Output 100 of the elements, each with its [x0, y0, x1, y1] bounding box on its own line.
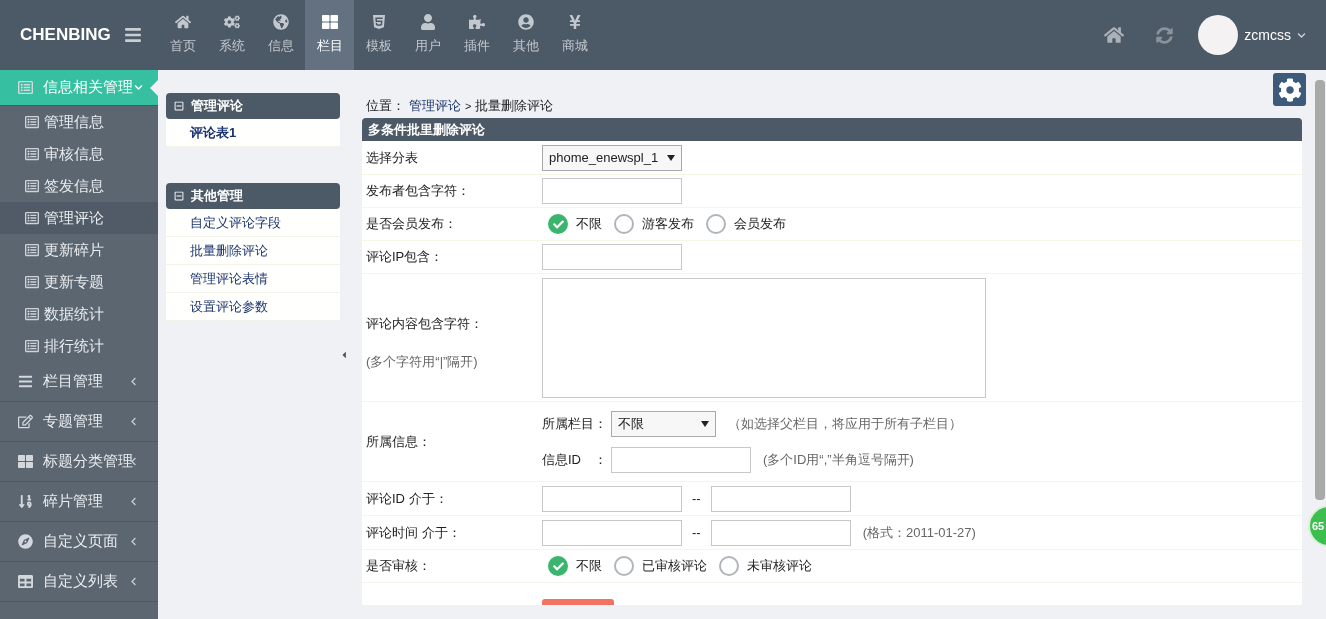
field-label: 评论ID 介于： [366, 490, 448, 506]
chevron-left-icon [129, 577, 138, 586]
nav-tab[interactable]: 信息 [256, 0, 305, 70]
home-icon [174, 14, 191, 31]
sidebar-item[interactable]: 审核信息 [0, 138, 158, 170]
range-separator: -- [692, 523, 701, 542]
sidebar-item[interactable]: 管理评论 [0, 202, 158, 234]
field-label: 是否会员发布： [366, 216, 457, 232]
input-field[interactable] [542, 244, 682, 270]
dropdown-caret-icon [701, 420, 709, 427]
field-label: 所属栏目： [542, 414, 607, 433]
radio-label: 已审核评论 [642, 557, 707, 576]
nav-tab[interactable]: 其他 [501, 0, 550, 70]
radio-checked[interactable] [548, 556, 568, 576]
list-icon [25, 275, 39, 289]
sidebar-group[interactable]: 标题分类管理 [0, 442, 158, 482]
submit-button[interactable] [542, 599, 614, 605]
list-icon [18, 80, 33, 95]
settings-icon [1277, 77, 1302, 102]
user-name[interactable]: zcmcss [1244, 24, 1291, 46]
nav-tab[interactable]: 栏目 [305, 0, 354, 70]
puzzle-icon [468, 14, 485, 31]
table-icon [18, 574, 33, 589]
sidebar-item[interactable]: 签发信息 [0, 170, 158, 202]
nav-tab[interactable]: 用户 [403, 0, 452, 70]
avatar[interactable] [1198, 15, 1239, 55]
nav-tab[interactable]: 模板 [354, 0, 403, 70]
check-icon [552, 560, 564, 572]
field-label: 所属信息： [366, 433, 431, 449]
home-icon[interactable] [1104, 25, 1125, 45]
sidebar-item[interactable]: 管理信息 [0, 106, 158, 138]
form-title: 多条件批里删除评论 [368, 120, 485, 139]
sidebar-item[interactable]: 更新碎片 [0, 234, 158, 266]
select-field[interactable]: 不限 [611, 410, 716, 437]
sidebar-group[interactable]: 专题管理 [0, 402, 158, 442]
sidebar-group[interactable]: 自定义页面 [0, 522, 158, 562]
gears-icon [223, 14, 240, 31]
compass-icon [18, 534, 33, 549]
panel-title: 管理评论 [191, 97, 243, 116]
radio-checked[interactable] [548, 214, 568, 234]
radio-unchecked[interactable] [614, 214, 634, 234]
breadcrumb-separator: > [465, 98, 472, 114]
hint-text: (多个字符用“|”隔开) [366, 352, 479, 371]
input-field[interactable] [542, 519, 682, 546]
nav-tab[interactable]: 插件 [452, 0, 501, 70]
field-label: 信息ID ： [542, 450, 607, 469]
textarea-field[interactable] [542, 277, 986, 398]
chevron-left-icon [129, 497, 138, 506]
field-label: 发布者包含字符： [366, 183, 470, 199]
collapse-icon[interactable] [174, 101, 184, 111]
field-label: 是否审核： [366, 558, 431, 574]
settings-button[interactable] [1273, 73, 1306, 106]
dropdown-caret-icon [667, 154, 675, 161]
input-field[interactable] [710, 519, 851, 546]
radio-unchecked[interactable] [706, 214, 726, 234]
radio-label: 会员发布 [734, 215, 786, 234]
refresh-icon[interactable] [1156, 26, 1174, 44]
breadcrumb-label: 位置： [366, 97, 405, 116]
hint-text: (格式：2011-01-27) [862, 523, 976, 542]
sidebar-item[interactable]: 排行统计 [0, 330, 158, 362]
grid-icon [18, 454, 33, 469]
sidebar-group[interactable]: 碎片管理 [0, 482, 158, 522]
edit-icon [18, 414, 33, 429]
input-field[interactable] [542, 485, 682, 512]
nav-tab[interactable]: 系统 [207, 0, 256, 70]
breadcrumb-link[interactable]: 管理评论 [409, 96, 461, 116]
field-label: 评论时间 介于： [366, 524, 461, 540]
list-icon [25, 339, 39, 353]
sidebar-item[interactable]: 更新专题 [0, 266, 158, 298]
sidebar-group[interactable]: 自定义列表 [0, 562, 158, 602]
nav-tab[interactable]: 首页 [158, 0, 207, 70]
radio-label: 不限 [576, 215, 602, 234]
range-separator: -- [692, 489, 701, 508]
sidebar-group[interactable]: 栏目管理 [0, 362, 158, 402]
radio-label: 不限 [576, 557, 602, 576]
sidebar-item[interactable]: 数据统计 [0, 298, 158, 330]
list-icon [25, 115, 39, 129]
panel-link[interactable]: 管理评论表情 [166, 265, 340, 293]
hint-text: （如选择父栏目，将应用于所有子栏目） [728, 414, 962, 433]
input-field[interactable] [542, 178, 682, 204]
radio-unchecked[interactable] [614, 556, 634, 576]
radio-unchecked[interactable] [719, 556, 739, 576]
panel-link[interactable]: 评论表1 [166, 119, 340, 147]
list-icon [25, 147, 39, 161]
panel-link[interactable]: 自定义评论字段 [166, 209, 340, 237]
chevron-down-icon[interactable] [1297, 30, 1306, 40]
list-icon [25, 211, 39, 225]
input-field[interactable] [611, 446, 751, 473]
counter-badge: 65 [1308, 505, 1326, 547]
nav-tab[interactable]: 商城 [550, 0, 599, 70]
scrollbar[interactable] [1315, 80, 1325, 500]
select-field[interactable]: phome_enewspl_1 [542, 144, 682, 171]
user-icon [419, 14, 436, 31]
chevron-left-icon [129, 417, 138, 426]
panel-link[interactable]: 批量删除评论 [166, 237, 340, 265]
collapse-arrow-icon[interactable] [340, 349, 348, 360]
input-field[interactable] [710, 485, 851, 512]
menu-icon[interactable] [124, 26, 142, 44]
collapse-icon[interactable] [174, 191, 184, 201]
panel-link[interactable]: 设置评论参数 [166, 293, 340, 321]
